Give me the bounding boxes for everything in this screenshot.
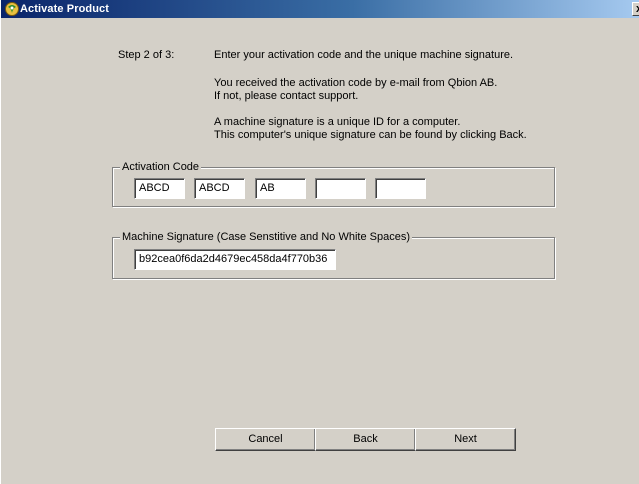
activate-product-dialog: Activate Product x Step 2 of 3: Enter yo… <box>0 0 639 484</box>
activation-code-label: Activation Code <box>120 160 202 174</box>
machine-signature-field[interactable]: b92cea0f6da2d4679ec458da4f770b36 <box>134 249 336 270</box>
instruction-line-1: Enter your activation code and the uniqu… <box>214 49 514 61</box>
close-button[interactable]: x <box>632 2 639 16</box>
step-indicator: Step 2 of 3: <box>118 49 175 61</box>
activation-code-field-1[interactable]: ABCD <box>134 178 185 199</box>
activation-code-field-2[interactable]: ABCD <box>194 178 245 199</box>
activation-code-field-5[interactable] <box>375 178 426 199</box>
cancel-button[interactable]: Cancel <box>215 428 316 451</box>
instruction-line-5: This computer's unique signature can be … <box>214 129 527 141</box>
window-title: Activate Product <box>20 3 110 15</box>
instruction-line-4: A machine signature is a unique ID for a… <box>214 116 461 128</box>
activation-code-field-4[interactable] <box>315 178 366 199</box>
instruction-line-2: You received the activation code by e-ma… <box>214 77 498 89</box>
activation-code-field-3[interactable]: AB <box>255 178 306 199</box>
next-button[interactable]: Next <box>415 428 516 451</box>
machine-signature-label: Machine Signature (Case Senstitive and N… <box>120 230 412 244</box>
title-bar[interactable]: Activate Product x <box>1 0 639 18</box>
app-logo-icon <box>5 2 19 16</box>
instruction-line-3: If not, please contact support. <box>214 90 359 102</box>
back-button[interactable]: Back <box>315 428 416 451</box>
